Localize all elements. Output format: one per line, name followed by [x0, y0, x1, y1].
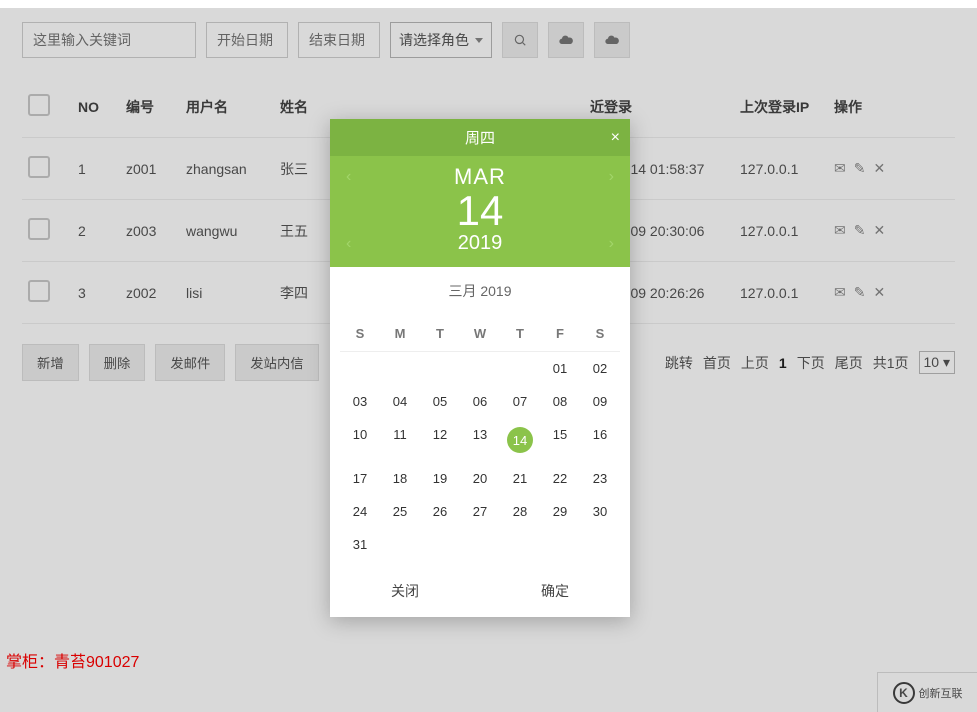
datepicker-weekday: 周四: [465, 130, 495, 147]
dow-label: M: [380, 316, 420, 352]
calendar-day: [420, 352, 460, 385]
datepicker-ok-button[interactable]: 确定: [541, 581, 569, 601]
calendar-day[interactable]: 12: [420, 418, 460, 462]
calendar-day[interactable]: 26: [420, 495, 460, 528]
calendar-day[interactable]: 10: [340, 418, 380, 462]
dow-label: W: [460, 316, 500, 352]
calendar-day[interactable]: 24: [340, 495, 380, 528]
calendar-day: [380, 352, 420, 385]
calendar-grid: SMTWTFS010203040506070809101112131415161…: [330, 316, 630, 565]
calendar-day[interactable]: 17: [340, 462, 380, 495]
datepicker-footer: 关闭 确定: [330, 565, 630, 617]
calendar-day[interactable]: 18: [380, 462, 420, 495]
calendar-day[interactable]: 05: [420, 385, 460, 418]
datepicker-header: 周四 × ‹ MAR › 14 ‹ 2019 ›: [330, 119, 630, 267]
dow-label: S: [580, 316, 620, 352]
calendar-day[interactable]: 09: [580, 385, 620, 418]
calendar-day[interactable]: 21: [500, 462, 540, 495]
datepicker-cancel-button[interactable]: 关闭: [391, 581, 419, 601]
prev-year-arrow[interactable]: ‹: [346, 235, 351, 253]
calendar-day[interactable]: 01: [540, 352, 580, 385]
calendar-day[interactable]: 11: [380, 418, 420, 462]
calendar-day[interactable]: 14: [500, 418, 540, 462]
dow-label: T: [420, 316, 460, 352]
datepicker-weekday-bar: 周四 ×: [330, 119, 630, 156]
next-year-arrow[interactable]: ›: [609, 235, 614, 253]
calendar-day: [420, 528, 460, 561]
next-month-arrow[interactable]: ›: [609, 168, 614, 186]
calendar-day[interactable]: 06: [460, 385, 500, 418]
calendar-day[interactable]: 16: [580, 418, 620, 462]
calendar-day: [340, 352, 380, 385]
calendar-day: [500, 352, 540, 385]
calendar-day[interactable]: 27: [460, 495, 500, 528]
calendar-day: [540, 528, 580, 561]
calendar-day: [500, 528, 540, 561]
dow-label: T: [500, 316, 540, 352]
calendar-day[interactable]: 04: [380, 385, 420, 418]
calendar-day[interactable]: 20: [460, 462, 500, 495]
calendar-day: [580, 528, 620, 561]
calendar-day[interactable]: 19: [420, 462, 460, 495]
calendar-day[interactable]: 02: [580, 352, 620, 385]
calendar-day[interactable]: 03: [340, 385, 380, 418]
datepicker-close-icon[interactable]: ×: [611, 129, 620, 147]
calendar-day[interactable]: 30: [580, 495, 620, 528]
calendar-day[interactable]: 31: [340, 528, 380, 561]
calendar-day[interactable]: 23: [580, 462, 620, 495]
calendar-day[interactable]: 29: [540, 495, 580, 528]
calendar-day[interactable]: 22: [540, 462, 580, 495]
calendar-day: [460, 352, 500, 385]
calendar-title: 三月 2019: [330, 267, 630, 316]
datepicker-year: 2019: [458, 232, 503, 255]
calendar-day[interactable]: 07: [500, 385, 540, 418]
calendar-day: [380, 528, 420, 561]
dow-label: F: [540, 316, 580, 352]
datepicker: 周四 × ‹ MAR › 14 ‹ 2019 › 三月 2019 SMTWTFS…: [330, 119, 630, 617]
calendar-day[interactable]: 25: [380, 495, 420, 528]
calendar-day: [460, 528, 500, 561]
datepicker-day: 14: [330, 190, 630, 232]
calendar-day[interactable]: 13: [460, 418, 500, 462]
calendar-day[interactable]: 15: [540, 418, 580, 462]
calendar-day[interactable]: 08: [540, 385, 580, 418]
calendar-day[interactable]: 28: [500, 495, 540, 528]
prev-month-arrow[interactable]: ‹: [346, 168, 351, 186]
dow-label: S: [340, 316, 380, 352]
